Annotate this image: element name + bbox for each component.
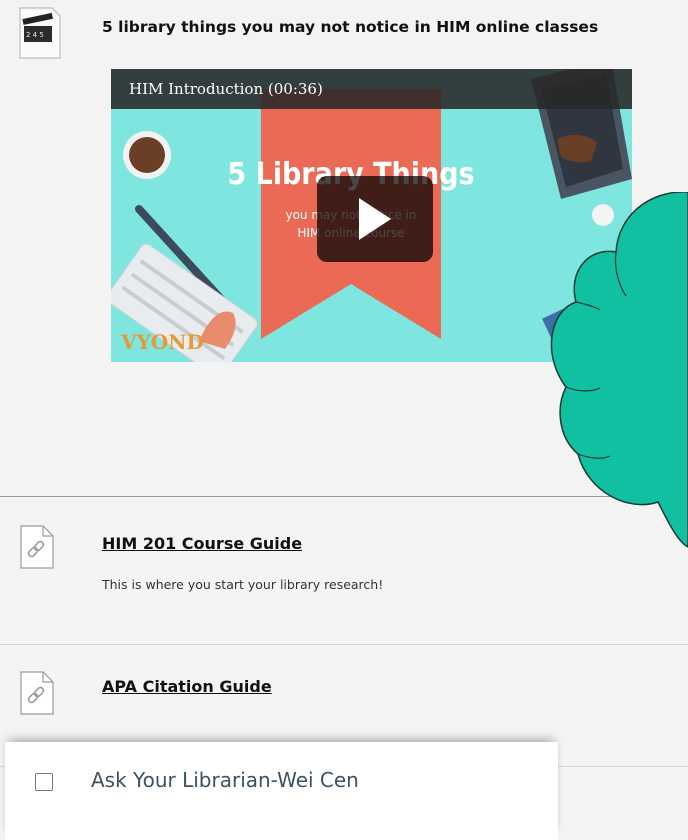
clapper-digits: 2 4 5: [26, 31, 44, 39]
green-cloud-shape: [550, 192, 688, 548]
ask-librarian-label[interactable]: Ask Your Librarian-Wei Cen: [91, 768, 359, 792]
web-link-icon: [20, 525, 54, 569]
web-link-icon: [20, 671, 54, 715]
vyond-watermark: VYOND: [120, 330, 204, 354]
content-panel: 2 4 5 5 library things you may not notic…: [0, 0, 688, 840]
ask-librarian-card: Ask Your Librarian-Wei Cen: [5, 742, 558, 840]
apa-guide-link[interactable]: APA Citation Guide: [102, 677, 272, 696]
clapperboard-icon: 2 4 5: [19, 7, 61, 59]
video-item-title[interactable]: 5 library things you may not notice in H…: [102, 18, 598, 36]
course-guide-description: This is where you start your library res…: [102, 577, 384, 592]
video-title-bar: HIM Introduction (00:36): [111, 69, 632, 109]
play-icon: [359, 198, 391, 240]
play-button[interactable]: [317, 176, 433, 262]
item-divider: [0, 644, 688, 645]
ask-librarian-checkbox[interactable]: [35, 773, 53, 791]
course-guide-link[interactable]: HIM 201 Course Guide: [102, 534, 302, 553]
